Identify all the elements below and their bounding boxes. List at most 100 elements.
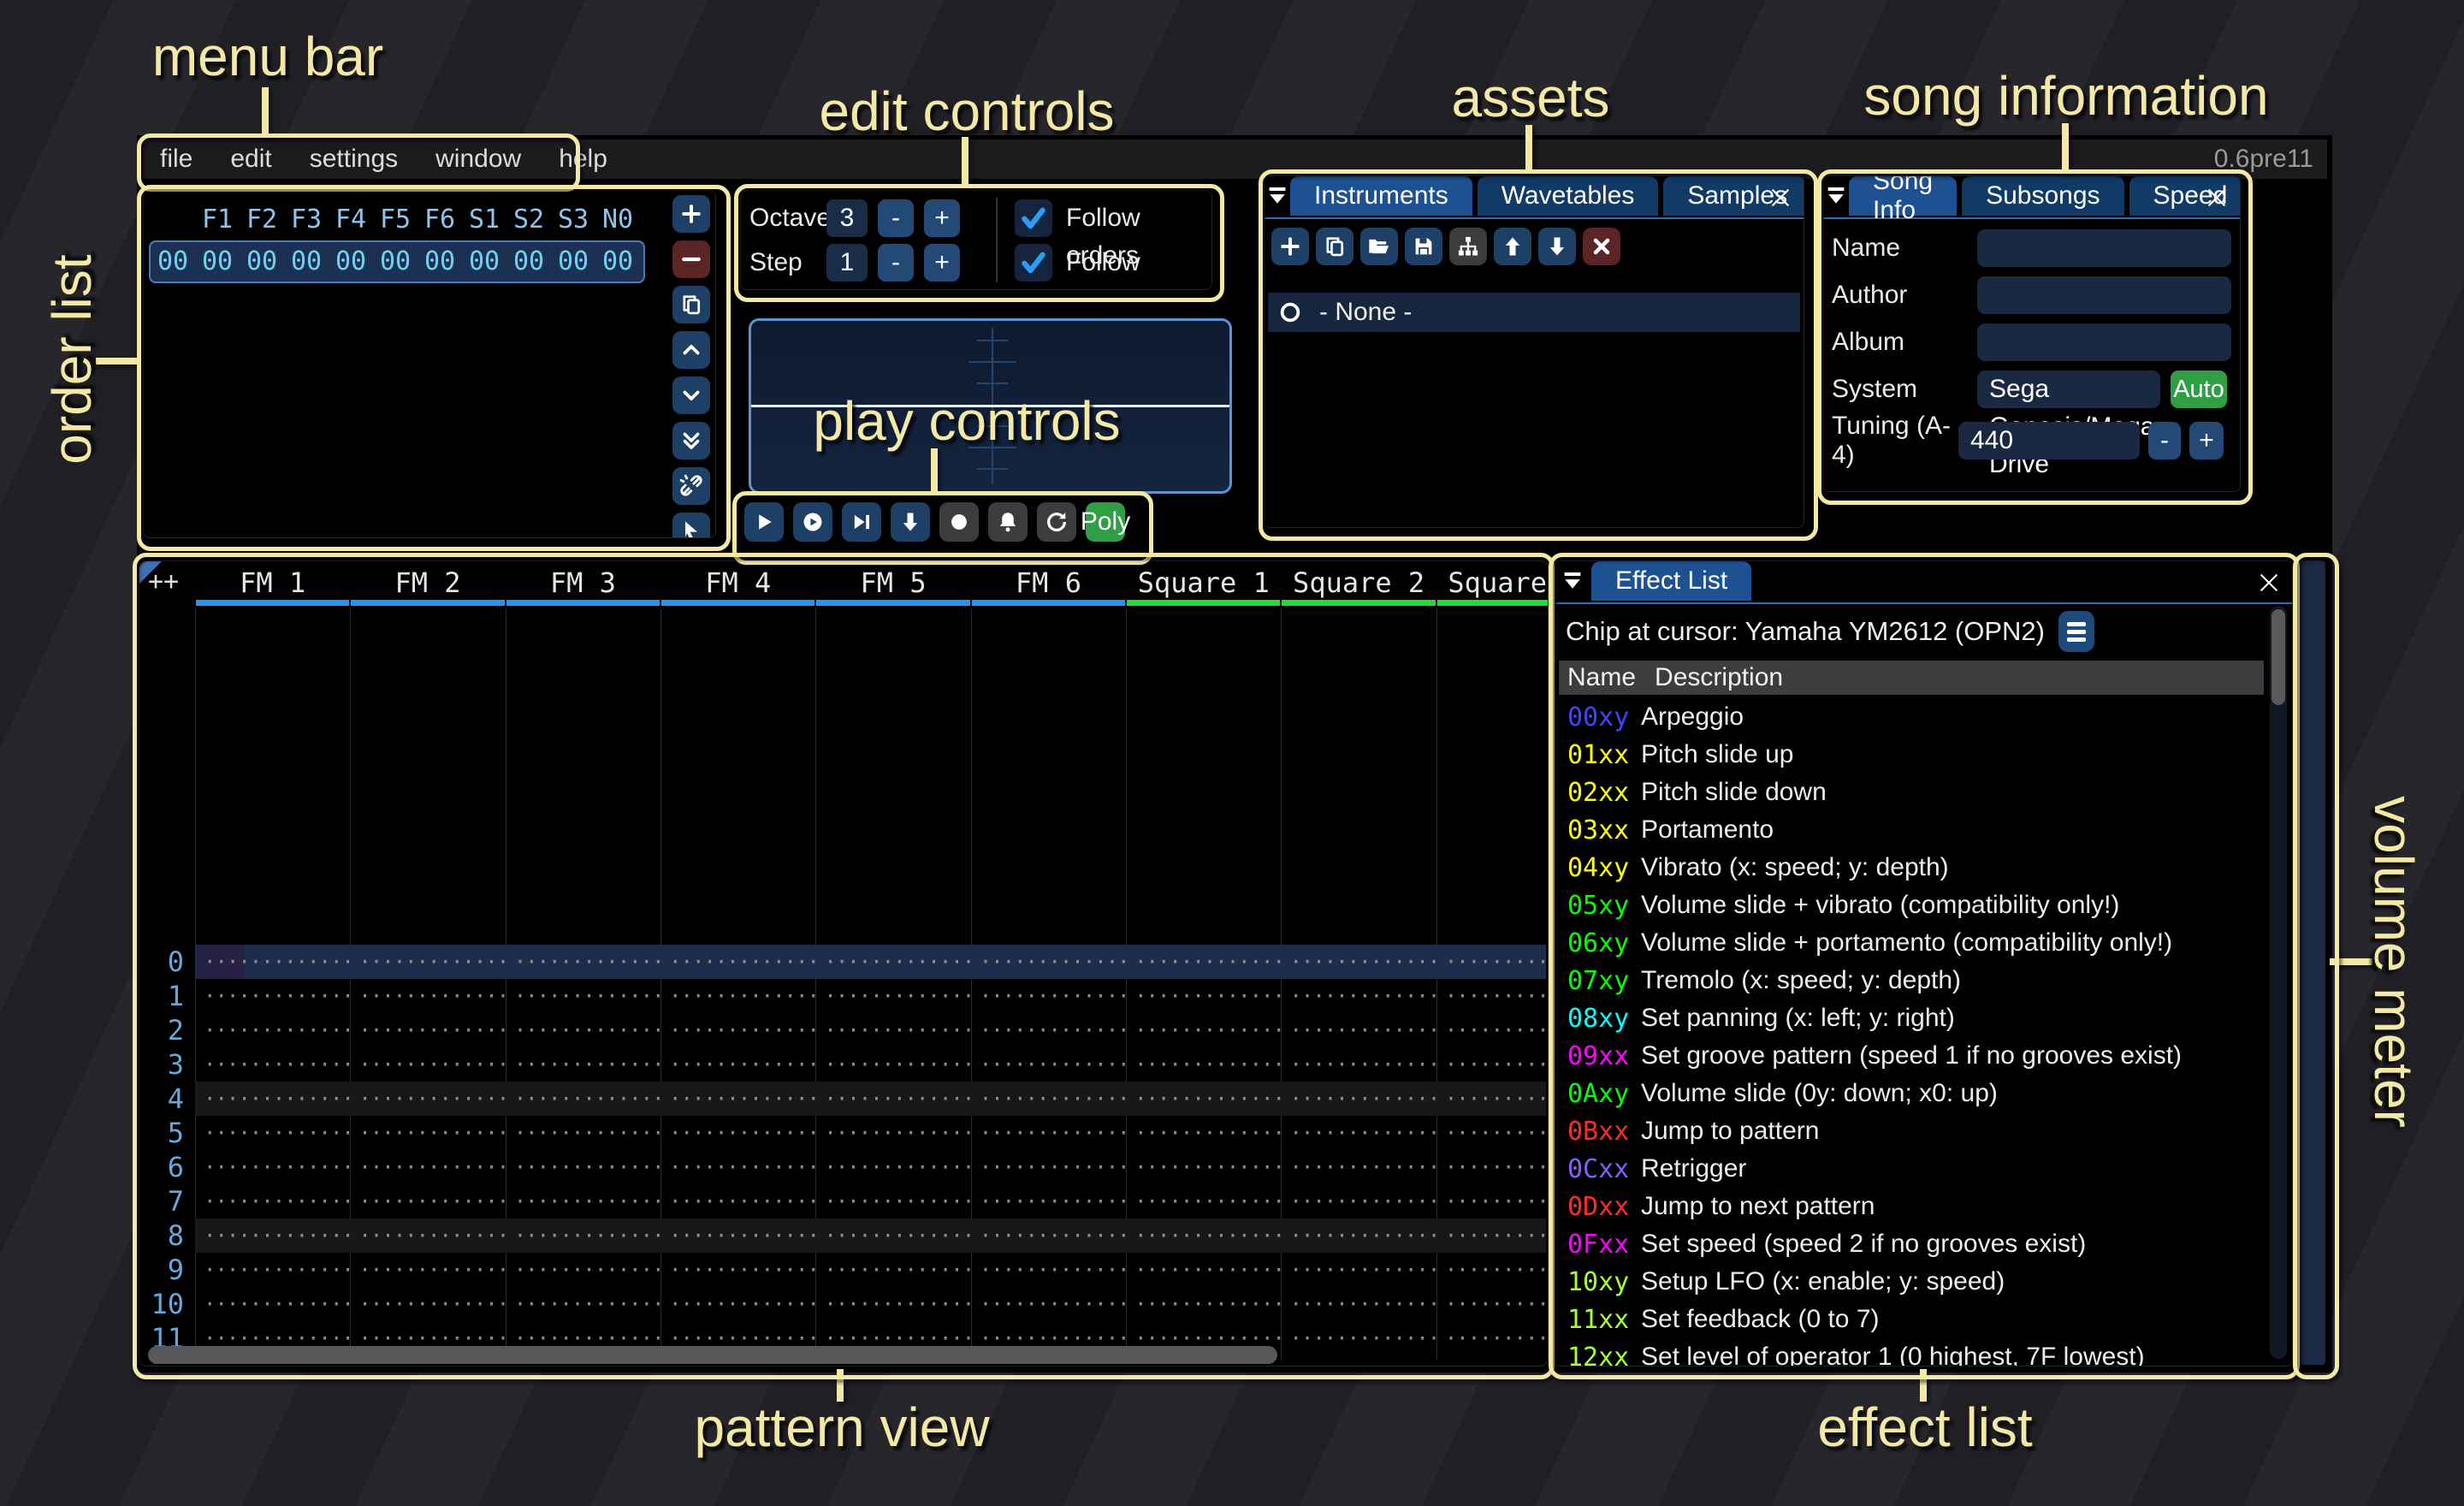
empty-pattern-cell[interactable]: ············· [514, 1184, 664, 1218]
empty-pattern-cell[interactable]: ············· [1445, 1321, 1549, 1355]
step-row-button[interactable] [842, 502, 881, 542]
move-down-button[interactable] [1538, 228, 1576, 265]
empty-pattern-cell[interactable]: ············· [358, 1013, 508, 1047]
follow-pattern-checkbox[interactable] [1015, 244, 1052, 282]
close-icon[interactable] [1766, 183, 1795, 212]
empty-pattern-cell[interactable]: ············· [824, 979, 974, 1013]
empty-pattern-cell[interactable]: ············· [824, 1184, 974, 1218]
empty-pattern-cell[interactable]: ············· [1445, 1253, 1549, 1287]
step-minus-button[interactable]: - [878, 244, 914, 282]
empty-pattern-cell[interactable]: ············· [669, 1150, 819, 1184]
effect-menu-button[interactable] [2058, 611, 2094, 652]
order-cell[interactable]: 00 [329, 245, 373, 279]
effect-row-09xx[interactable]: 09xxSet groove pattern (speed 1 if no gr… [1559, 1037, 2261, 1075]
metronome-button[interactable] [988, 502, 1028, 542]
octave-plus-button[interactable]: + [924, 199, 960, 237]
remove-order-button[interactable] [672, 240, 710, 278]
empty-pattern-cell[interactable]: ············· [980, 1184, 1129, 1218]
empty-pattern-cell[interactable]: ············· [514, 1287, 664, 1321]
empty-pattern-cell[interactable]: ············· [204, 1150, 353, 1184]
empty-pattern-cell[interactable]: ············· [1134, 979, 1284, 1013]
name-field[interactable] [1977, 229, 2231, 267]
empty-pattern-cell[interactable]: ············· [1445, 1082, 1549, 1116]
empty-pattern-cell[interactable]: ············· [1289, 945, 1439, 979]
empty-pattern-cell[interactable]: ············· [1289, 1082, 1439, 1116]
empty-pattern-cell[interactable]: ············· [204, 1047, 353, 1082]
effect-row-08xy[interactable]: 08xySet panning (x: left; y: right) [1559, 999, 2261, 1037]
empty-pattern-cell[interactable]: ············· [1445, 1150, 1549, 1184]
album-field[interactable] [1977, 323, 2231, 361]
empty-pattern-cell[interactable]: ············· [824, 945, 974, 979]
duplicate-instrument-button[interactable] [1316, 228, 1353, 265]
menu-item-settings[interactable]: settings [310, 145, 398, 174]
channel-header-square-1[interactable]: Square 1 [1126, 566, 1281, 599]
empty-pattern-cell[interactable]: ············· [1134, 1184, 1284, 1218]
empty-pattern-cell[interactable]: ············· [514, 979, 664, 1013]
collapse-icon[interactable] [1823, 176, 1849, 216]
order-column-F3[interactable]: F3 [284, 203, 329, 237]
empty-pattern-cell[interactable]: ············· [669, 1218, 819, 1253]
effect-row-05xy[interactable]: 05xyVolume slide + vibrato (compatibilit… [1559, 886, 2261, 924]
effect-row-0Axy[interactable]: 0AxyVolume slide (0y: down; x0: up) [1559, 1075, 2261, 1112]
empty-pattern-cell[interactable]: ············· [358, 1150, 508, 1184]
empty-pattern-cell[interactable]: ············· [824, 1287, 974, 1321]
menu-item-window[interactable]: window [435, 145, 521, 174]
empty-pattern-cell[interactable]: ············· [204, 979, 353, 1013]
empty-pattern-cell[interactable]: ············· [514, 1253, 664, 1287]
channel-header-fm-6[interactable]: FM 6 [971, 566, 1126, 599]
pattern-row[interactable]: 0·······································… [139, 945, 1548, 979]
tab-wavetables[interactable]: Wavetables [1478, 176, 1659, 216]
play-pattern-button[interactable] [793, 502, 832, 542]
order-cell[interactable]: 00 [551, 245, 595, 279]
effect-row-12xx[interactable]: 12xxSet level of operator 1 (0 highest, … [1559, 1338, 2261, 1367]
add-order-button[interactable] [672, 195, 710, 233]
pattern-row[interactable]: 5·······································… [139, 1116, 1548, 1150]
order-column-F6[interactable]: F6 [418, 203, 462, 237]
empty-pattern-cell[interactable]: ············· [514, 1150, 664, 1184]
close-icon[interactable] [2254, 568, 2283, 597]
order-column-N0[interactable]: N0 [595, 203, 640, 237]
effect-row-0Cxx[interactable]: 0CxxRetrigger [1559, 1150, 2261, 1188]
effect-row-0Fxx[interactable]: 0FxxSet speed (speed 2 if no grooves exi… [1559, 1225, 2261, 1263]
empty-pattern-cell[interactable]: ············· [669, 945, 819, 979]
collapse-icon[interactable] [1265, 176, 1290, 216]
collapse-icon[interactable] [1554, 561, 1591, 601]
tab-effect-list[interactable]: Effect List [1591, 561, 1751, 601]
effect-row-01xx[interactable]: 01xxPitch slide up [1559, 736, 2261, 774]
empty-pattern-cell[interactable]: ············· [358, 1082, 508, 1116]
effect-list-scrollbar[interactable] [2270, 606, 2287, 1359]
tab-song-info[interactable]: Song Info [1849, 176, 1957, 216]
empty-pattern-cell[interactable]: ············· [1445, 979, 1549, 1013]
empty-pattern-cell[interactable]: ············· [1445, 1047, 1549, 1082]
empty-pattern-cell[interactable]: ············· [980, 1150, 1129, 1184]
order-column-S3[interactable]: S3 [551, 203, 595, 237]
empty-pattern-cell[interactable]: ············· [980, 979, 1129, 1013]
empty-pattern-cell[interactable]: ············· [1289, 1047, 1439, 1082]
move-order-down-button[interactable] [672, 376, 710, 414]
order-column-F1[interactable]: F1 [195, 203, 240, 237]
empty-pattern-cell[interactable]: ············· [358, 945, 508, 979]
empty-pattern-cell[interactable]: ············· [1289, 1218, 1439, 1253]
empty-pattern-cell[interactable]: ············· [358, 1218, 508, 1253]
pattern-row[interactable]: 4·······································… [139, 1082, 1548, 1116]
order-cell[interactable]: 00 [595, 245, 640, 279]
order-column-F5[interactable]: F5 [373, 203, 418, 237]
empty-pattern-cell[interactable]: ············· [1289, 1116, 1439, 1150]
delete-instrument-button[interactable] [1583, 228, 1620, 265]
empty-pattern-cell[interactable]: ············· [1134, 945, 1284, 979]
order-cell[interactable]: 00 [506, 245, 551, 279]
empty-pattern-cell[interactable]: ············· [1289, 1184, 1439, 1218]
empty-pattern-cell[interactable]: ············· [514, 1082, 664, 1116]
empty-pattern-cell[interactable]: ············· [1134, 1253, 1284, 1287]
duplicate-order-button[interactable] [672, 286, 710, 323]
empty-pattern-cell[interactable]: ············· [669, 1287, 819, 1321]
horizontal-scrollbar[interactable] [148, 1346, 1277, 1364]
empty-pattern-cell[interactable]: ············· [669, 1082, 819, 1116]
empty-pattern-cell[interactable]: ············· [1134, 1218, 1284, 1253]
channel-header-fm-3[interactable]: FM 3 [506, 566, 660, 599]
empty-pattern-cell[interactable]: ············· [1134, 1116, 1284, 1150]
effect-row-11xx[interactable]: 11xxSet feedback (0 to 7) [1559, 1301, 2261, 1338]
pattern-corner-button[interactable]: ++ [148, 566, 179, 596]
empty-pattern-cell[interactable]: ············· [824, 1150, 974, 1184]
octave-minus-button[interactable]: - [878, 199, 914, 237]
